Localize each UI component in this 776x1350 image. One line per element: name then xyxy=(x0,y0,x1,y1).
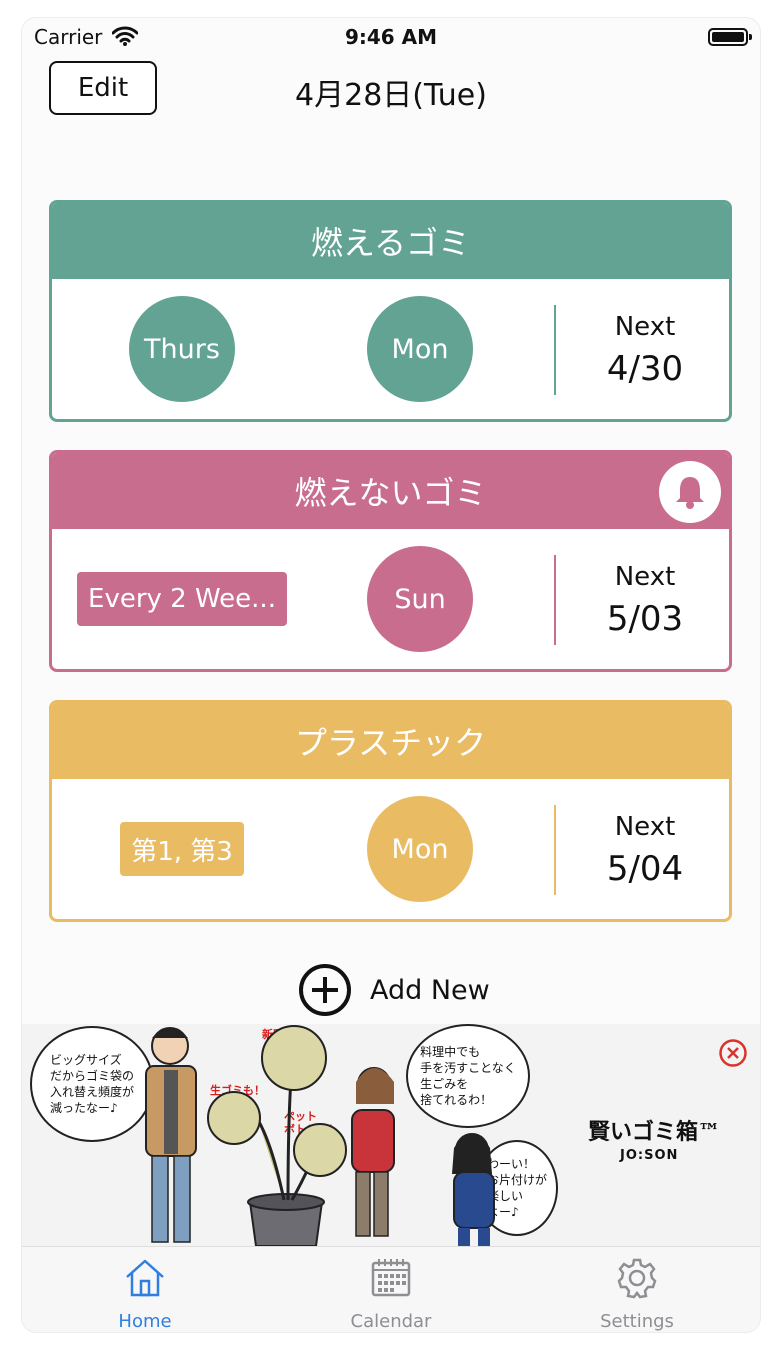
tab-label: Calendar xyxy=(350,1311,432,1332)
add-new-label: Add New xyxy=(370,974,490,1006)
status-time: 9:46 AM xyxy=(344,25,438,49)
ad-brand-sub: JO:SON xyxy=(620,1148,679,1163)
ad-banner[interactable]: ビッグサイズ だからゴミ袋の 入れ替え頻度が 減ったなー♪ 料理中でも 手を汚す… xyxy=(22,1024,760,1246)
frequency-tag: Every 2 Wee... xyxy=(77,572,287,626)
day-circle: Thurs xyxy=(129,296,235,402)
card-header: プラスチック xyxy=(52,703,729,779)
next-date: 4/30 xyxy=(606,349,684,389)
card-title: プラスチック xyxy=(294,724,487,762)
tab-bar: Home Calendar Settings xyxy=(22,1246,760,1332)
plus-circle-icon xyxy=(299,964,351,1016)
speech-bubble: 料理中でも 手を汚すことなく 生ごみを 捨てれるわ！ xyxy=(406,1024,530,1128)
tab-label: Settings xyxy=(600,1311,674,1332)
next-date: 5/03 xyxy=(606,599,684,639)
battery-icon xyxy=(708,28,752,46)
home-icon xyxy=(126,1259,164,1297)
bubble-text: ビッグサイズ だからゴミ袋の 入れ替え頻度が 減ったなー♪ xyxy=(49,1053,134,1115)
gear-icon xyxy=(617,1258,657,1299)
next-date: 5/04 xyxy=(606,849,684,889)
calendar-icon xyxy=(371,1259,411,1297)
garbage-card-burnable[interactable]: 燃えるゴミ Thurs Mon Next 4/30 xyxy=(49,200,732,422)
next-label: Next xyxy=(614,562,676,592)
card-body: Thurs Mon Next 4/30 xyxy=(52,279,729,419)
day-circle: Mon xyxy=(367,796,473,902)
tab-calendar[interactable]: Calendar xyxy=(268,1247,514,1332)
next-label: Next xyxy=(614,812,676,842)
garbage-card-nonburnable[interactable]: 燃えないゴミ Every 2 Wee... Sun Next 5/03 xyxy=(49,450,732,672)
day-circle: Mon xyxy=(367,296,473,402)
card-header: 燃えるゴミ xyxy=(52,203,729,279)
tab-home[interactable]: Home xyxy=(22,1247,268,1332)
bubble-text: 料理中でも 手を汚すことなく 生ごみを 捨てれるわ！ xyxy=(420,1045,516,1107)
bell-icon[interactable] xyxy=(659,461,721,523)
close-icon[interactable] xyxy=(718,1038,748,1072)
card-body: Every 2 Wee... Sun Next 5/03 xyxy=(52,529,729,669)
tab-settings[interactable]: Settings xyxy=(514,1247,760,1332)
tab-label: Home xyxy=(118,1311,172,1332)
food-note: 生ゴミも！ xyxy=(210,1084,265,1097)
garbage-card-plastic[interactable]: プラスチック 第1, 第3 Mon Next 5/04 xyxy=(49,700,732,922)
card-title: 燃えないゴミ xyxy=(294,474,487,512)
speech-bubble: ビッグサイズ だからゴミ袋の 入れ替え頻度が 減ったなー♪ xyxy=(30,1026,154,1142)
next-label: Next xyxy=(614,312,676,342)
ad-brand: 賢いゴミ箱™ xyxy=(588,1119,721,1145)
speech-bubble: わーい！ お片付けが 楽しい よー♪ xyxy=(476,1140,558,1236)
add-new-button[interactable]: Add New xyxy=(298,962,490,1018)
card-body: 第1, 第3 Mon Next 5/04 xyxy=(52,779,729,919)
status-bar: Carrier 9:46 AM xyxy=(22,18,760,58)
week-tag: 第1, 第3 xyxy=(120,822,244,876)
newspaper-note: 新聞紙も！ xyxy=(262,1028,317,1041)
phone-screen: Carrier 9:46 AM Edit 4月28日(Tue) 燃えるゴミ Th… xyxy=(22,18,760,1332)
card-title: 燃えるゴミ xyxy=(310,224,471,262)
day-circle: Sun xyxy=(367,546,473,652)
current-date: 4月28日(Tue) xyxy=(295,78,487,113)
bottle-note: ペット ボトルも！ xyxy=(284,1110,339,1136)
card-header: 燃えないゴミ xyxy=(52,453,729,529)
bubble-text: わーい！ お片付けが 楽しい よー♪ xyxy=(486,1157,547,1219)
